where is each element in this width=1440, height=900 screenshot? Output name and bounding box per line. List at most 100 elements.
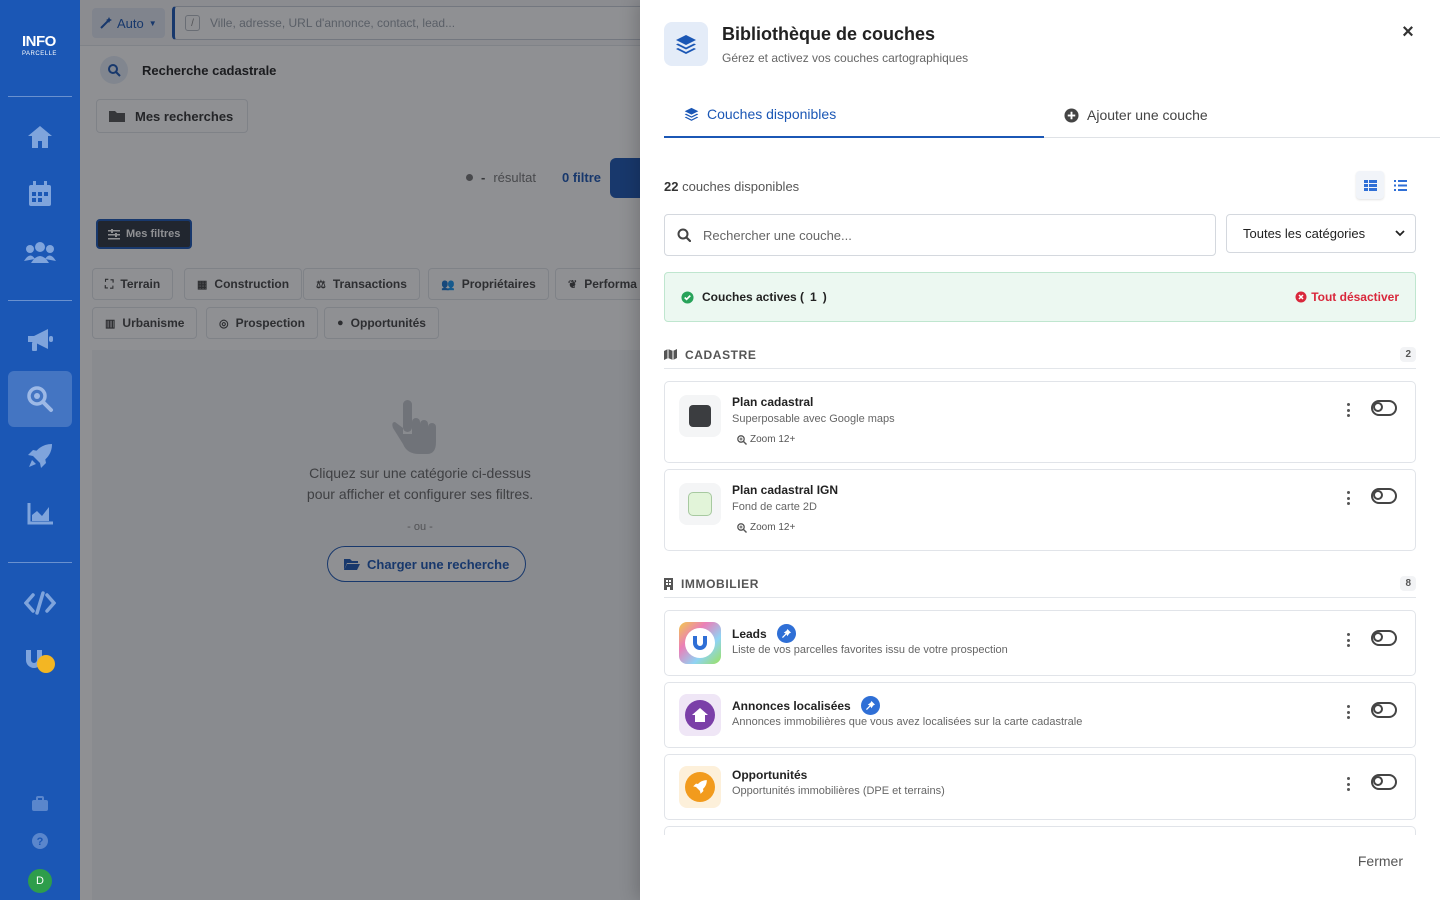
- layer-name-text: Plan cadastral: [732, 395, 814, 409]
- layer-description: Opportunités immobilières (DPE et terrai…: [732, 785, 945, 797]
- check-circle-icon: [681, 290, 694, 304]
- nav-divider: [8, 96, 72, 97]
- megaphone-icon[interactable]: [20, 320, 60, 360]
- zoom-in-icon: [737, 522, 747, 533]
- layer-name: Opportunités: [732, 768, 807, 782]
- x-circle-icon: [1295, 291, 1307, 303]
- layer-name-text: Plan cadastral IGN: [732, 483, 839, 497]
- layer-thumbnail: [679, 766, 721, 808]
- layer-card[interactable]: Plan cadastral IGN Fond de carte 2D Zoom…: [664, 469, 1416, 551]
- modal-backdrop[interactable]: [80, 0, 640, 900]
- layer-description: Fond de carte 2D: [732, 501, 817, 513]
- layer-card[interactable]: Opportunités Opportunités immobilières (…: [664, 754, 1416, 820]
- layer-search-input[interactable]: Rechercher une couche...: [664, 214, 1216, 256]
- nav-divider: [8, 300, 72, 301]
- zoom-label: Zoom 12+: [750, 434, 796, 445]
- layer-card[interactable]: Annonces localisées Annonces immobilière…: [664, 682, 1416, 748]
- layer-count-number: 22: [664, 179, 679, 194]
- layers-icon: [664, 22, 708, 66]
- drawer-footer: Fermer: [640, 835, 1440, 900]
- more-options-icon[interactable]: [1343, 775, 1353, 793]
- section-title: IMMOBILIER: [681, 576, 759, 591]
- view-toggle: [1356, 171, 1414, 199]
- toolbox-icon[interactable]: [20, 784, 60, 824]
- layer-name-text: Leads: [732, 626, 767, 641]
- users-icon[interactable]: [20, 232, 60, 272]
- layer-name-text: Opportunités: [732, 768, 808, 782]
- more-options-icon[interactable]: [1343, 703, 1353, 721]
- calendar-icon[interactable]: [20, 174, 60, 214]
- layer-toggle[interactable]: [1371, 400, 1397, 416]
- section-title: CADASTRE: [685, 347, 757, 362]
- active-layers-paren: ): [822, 290, 827, 304]
- layer-description: Superposable avec Google maps: [732, 413, 895, 425]
- layers-icon: [684, 107, 699, 121]
- drawer-subtitle: Gérez et activez vos couches cartographi…: [722, 51, 969, 65]
- active-layers-banner: Couches actives ( 1 ) Tout désactiver: [664, 272, 1416, 322]
- grid-view-icon[interactable]: [1356, 171, 1384, 199]
- layer-library-drawer: Bibliothèque de couches Gérez et activez…: [640, 0, 1440, 900]
- layer-name: Plan cadastral IGN: [732, 483, 838, 497]
- more-options-icon[interactable]: [1343, 489, 1353, 507]
- building-icon: [664, 577, 673, 590]
- drawer-title: Bibliothèque de couches: [722, 24, 936, 44]
- layer-thumbnail: [679, 622, 721, 664]
- tab-add-layer[interactable]: Ajouter une couche: [1064, 92, 1208, 138]
- category-select[interactable]: Toutes les catégories: [1226, 214, 1416, 253]
- house-icon: [692, 708, 708, 722]
- layer-card[interactable]: Leads Liste de vos parcelles favorites i…: [664, 610, 1416, 676]
- magnet-icon: [693, 636, 707, 650]
- app-logo[interactable]: INFO PARCELLE: [22, 34, 57, 60]
- section-count: 8: [1400, 576, 1416, 591]
- help-icon[interactable]: ?: [20, 821, 60, 861]
- rocket-icon[interactable]: [20, 436, 60, 476]
- layer-toggle[interactable]: [1371, 774, 1397, 790]
- map-icon: [664, 349, 677, 360]
- more-options-icon[interactable]: [1343, 401, 1353, 419]
- rocket-icon: [693, 780, 707, 794]
- code-icon[interactable]: [20, 583, 60, 623]
- pin-badge-icon: [776, 624, 796, 643]
- layer-count-label: couches disponibles: [682, 179, 800, 194]
- svg-text:?: ?: [37, 836, 44, 848]
- search-icon: [677, 228, 691, 242]
- search-nav-item-active[interactable]: [8, 371, 72, 427]
- layer-card[interactable]: Plan cadastral Superposable avec Google …: [664, 381, 1416, 463]
- pin-badge-icon: [860, 696, 880, 715]
- drawer-header: Bibliothèque de couches Gérez et activez…: [664, 22, 968, 66]
- layer-zoom: Zoom 12+: [737, 522, 795, 533]
- section-immobilier: IMMOBILIER 8: [664, 570, 1416, 598]
- zoom-in-icon: [737, 434, 747, 445]
- layer-toggle[interactable]: [1371, 488, 1397, 504]
- tab-available-layers[interactable]: Couches disponibles: [664, 92, 1044, 138]
- close-button[interactable]: Fermer: [1358, 853, 1403, 869]
- user-avatar[interactable]: D: [28, 869, 52, 893]
- close-icon[interactable]: ×: [1398, 21, 1418, 43]
- layer-name-text: Annonces localisées: [732, 698, 851, 713]
- left-nav: INFO PARCELLE ? D: [0, 0, 80, 900]
- layer-thumbnail: [679, 694, 721, 736]
- deactivate-all-button[interactable]: Tout désactiver: [1295, 290, 1399, 304]
- magnet-icon[interactable]: [20, 640, 60, 680]
- drawer-tabs: Couches disponibles Ajouter une couche: [664, 92, 1440, 138]
- layer-search-placeholder: Rechercher une couche...: [703, 227, 852, 243]
- more-options-icon[interactable]: [1343, 631, 1353, 649]
- layer-toggle[interactable]: [1371, 702, 1397, 718]
- chart-icon[interactable]: [20, 494, 60, 534]
- layer-name: Leads: [732, 624, 796, 643]
- layer-description: Annonces immobilières que vous avez loca…: [732, 716, 1083, 728]
- home-icon[interactable]: [20, 117, 60, 157]
- layer-name: Plan cadastral: [732, 395, 813, 409]
- layer-thumbnail: [679, 483, 721, 525]
- layer-zoom: Zoom 12+: [737, 434, 795, 445]
- tab-label: Couches disponibles: [707, 106, 837, 122]
- list-view-icon[interactable]: [1386, 171, 1414, 199]
- tab-label: Ajouter une couche: [1087, 107, 1208, 123]
- nav-divider: [8, 562, 72, 563]
- active-layers-label: Couches actives (: [702, 290, 805, 304]
- layer-description: Liste de vos parcelles favorites issu de…: [732, 644, 1008, 656]
- plus-circle-icon: [1064, 107, 1079, 123]
- category-select-value: Toutes les catégories: [1243, 226, 1366, 241]
- layer-toggle[interactable]: [1371, 630, 1397, 646]
- logo-subtext: PARCELLE: [22, 51, 57, 57]
